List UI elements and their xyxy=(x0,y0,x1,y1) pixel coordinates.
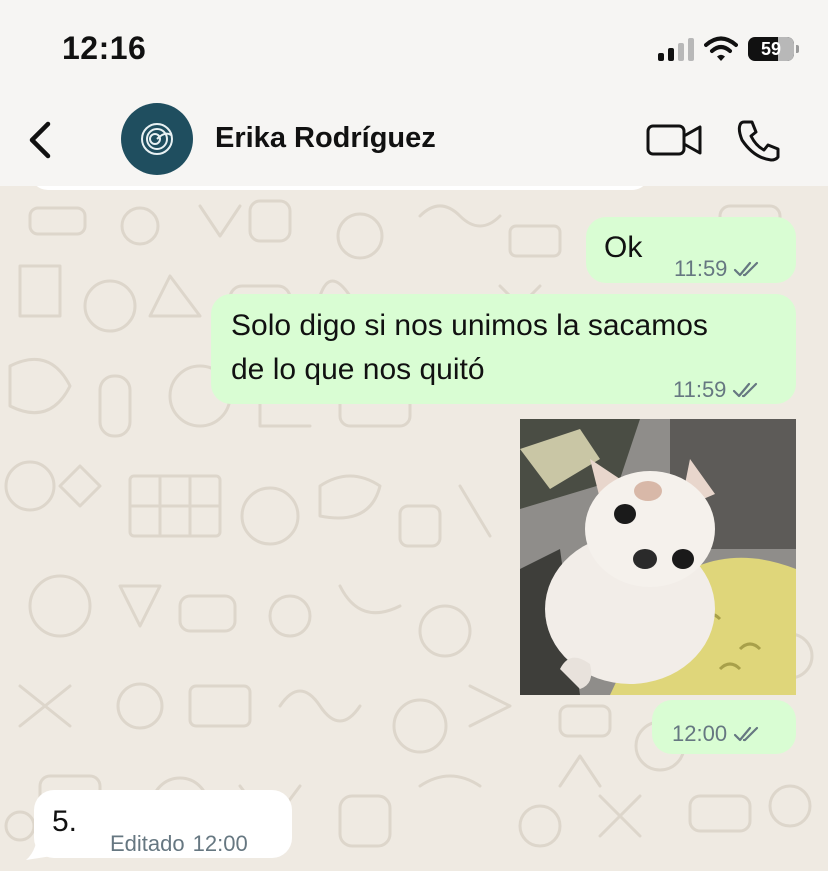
message-time: 11:59 xyxy=(673,377,727,402)
phone-icon[interactable] xyxy=(736,118,782,162)
message-time: 12:00 xyxy=(192,831,248,856)
outgoing-message[interactable]: Ok 11:59 xyxy=(586,217,796,283)
contact-name[interactable]: Erika Rodríguez xyxy=(215,122,436,155)
status-icons: 59 xyxy=(658,34,799,64)
previous-message-edge xyxy=(30,186,650,190)
image-meta-bubble: 12:00 xyxy=(652,700,796,754)
message-meta: 11:59 xyxy=(673,368,760,412)
message-text-line: de lo que nos quitó xyxy=(231,353,485,386)
avatar-spiral-icon xyxy=(141,123,173,155)
incoming-message[interactable]: 5. Editado 12:00 xyxy=(34,790,292,858)
message-meta: Editado 12:00 xyxy=(110,822,248,866)
read-ticks-icon xyxy=(733,726,759,742)
message-meta: 12:00 xyxy=(672,712,761,756)
outgoing-message[interactable]: Solo digo si nos unimos la sacamos de lo… xyxy=(211,294,796,404)
chat-area[interactable]: Ok 11:59 Solo digo si nos unimos la saca… xyxy=(0,186,828,871)
back-chevron-icon[interactable] xyxy=(22,118,62,162)
video-call-icon[interactable] xyxy=(646,122,702,158)
message-time: 11:59 xyxy=(674,256,728,281)
edited-label: Editado xyxy=(110,831,185,856)
status-time: 12:16 xyxy=(62,30,147,66)
battery-icon: 59 xyxy=(748,37,799,61)
wifi-icon xyxy=(704,36,738,61)
read-ticks-icon xyxy=(733,382,758,398)
message-text-line: Solo digo si nos unimos la sacamos xyxy=(231,309,708,342)
chihuahua-photo xyxy=(520,419,796,695)
read-ticks-icon xyxy=(734,261,759,277)
message-meta: 11:59 xyxy=(674,247,761,291)
message-time: 12:00 xyxy=(672,721,728,746)
status-bar: 12:16 59 xyxy=(0,0,828,96)
chat-header: Erika Rodríguez xyxy=(0,96,828,186)
battery-level: 59 xyxy=(760,38,782,59)
avatar[interactable] xyxy=(121,103,193,175)
image-message[interactable] xyxy=(520,419,796,695)
message-text: 5. xyxy=(52,805,78,838)
message-text: Ok xyxy=(604,231,643,264)
signal-icon xyxy=(658,37,694,61)
